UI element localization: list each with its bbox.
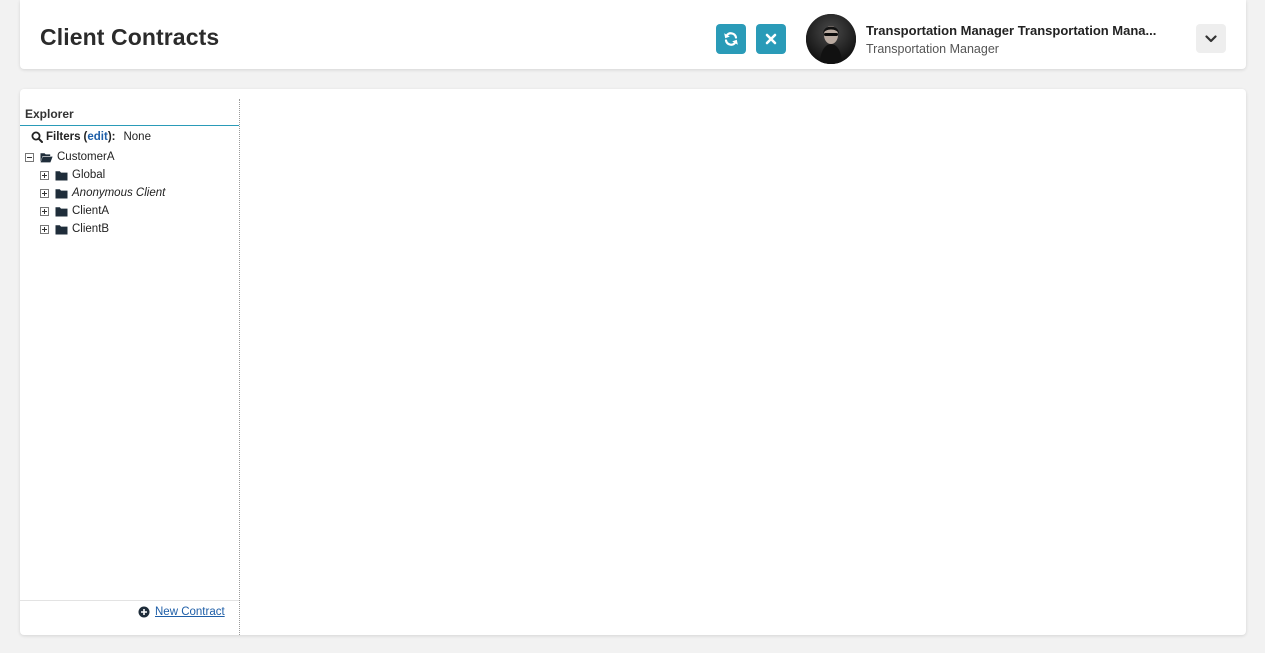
filters-bar: Filters (edit): None — [31, 129, 151, 145]
user-name: Transportation Manager Transportation Ma… — [866, 23, 1157, 38]
collapse-toggle[interactable] — [25, 152, 34, 162]
expand-toggle[interactable] — [40, 224, 49, 234]
tree-node-label: Global — [72, 169, 106, 181]
refresh-button[interactable] — [716, 24, 746, 54]
tree-node-label: ClientA — [72, 205, 110, 217]
tree-node-customera[interactable]: CustomerA — [25, 149, 115, 165]
filters-close-paren: ): — [107, 131, 116, 143]
explorer-title: Explorer — [20, 107, 239, 126]
folder-open-icon — [40, 152, 53, 163]
main-panel: Explorer Filters (edit): None CustomerA — [20, 89, 1246, 635]
user-role: Transportation Manager — [866, 42, 999, 56]
expand-toggle[interactable] — [40, 170, 49, 180]
page-title: Client Contracts — [40, 24, 220, 50]
refresh-icon — [724, 32, 738, 46]
folder-icon — [55, 224, 68, 235]
tree-node-anonymous-client[interactable]: Anonymous Client — [40, 185, 165, 201]
tree-node-label: Anonymous Client — [72, 187, 166, 199]
folder-icon — [55, 188, 68, 199]
filters-edit-link[interactable]: edit — [87, 131, 107, 143]
new-contract-button[interactable]: New Contract — [138, 604, 225, 620]
tree-node-clienta[interactable]: ClientA — [40, 203, 109, 219]
expand-toggle[interactable] — [40, 188, 49, 198]
user-menu-button[interactable] — [1196, 24, 1226, 53]
expand-toggle[interactable] — [40, 206, 49, 216]
page-header: Client Contracts Transportation Manager … — [20, 0, 1246, 69]
new-contract-link[interactable]: New Contract — [155, 606, 225, 618]
chevron-down-icon — [1205, 34, 1217, 42]
folder-icon — [55, 206, 68, 217]
plus-circle-icon — [138, 606, 150, 618]
tree-node-label: CustomerA — [57, 151, 115, 163]
close-icon — [765, 33, 777, 45]
close-button[interactable] — [756, 24, 786, 54]
folder-icon — [55, 170, 68, 181]
explorer-panel: Explorer Filters (edit): None CustomerA — [20, 99, 240, 635]
avatar[interactable] — [806, 14, 856, 64]
tree-node-label: ClientB — [72, 223, 110, 235]
filters-value: None — [123, 131, 151, 143]
filters-label: Filters — [46, 131, 81, 143]
tree-node-global[interactable]: Global — [40, 167, 105, 183]
explorer-footer-divider — [20, 600, 239, 601]
tree-node-clientb[interactable]: ClientB — [40, 221, 109, 237]
search-icon — [31, 131, 43, 143]
